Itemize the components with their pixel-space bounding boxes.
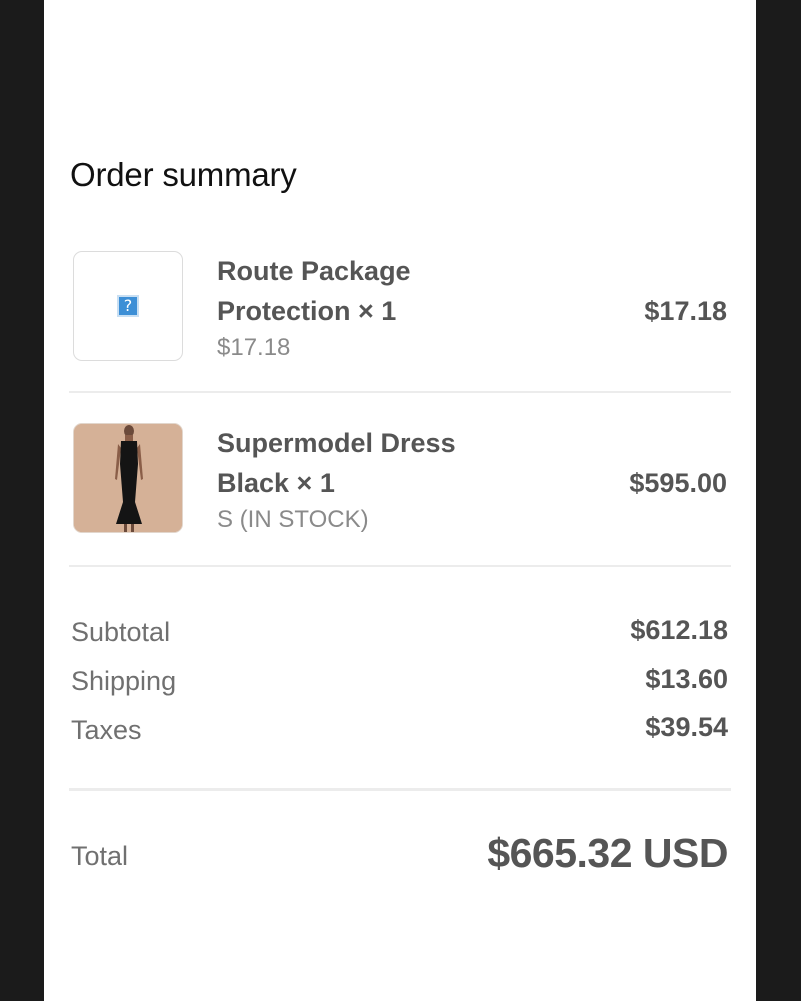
order-summary-title: Order summary [70,156,297,193]
total-value: $665.32 USD [487,830,728,876]
product-name: Route Package Protection × 1 [217,256,411,326]
taxes-value: $39.54 [645,712,728,742]
shipping-label: Shipping [71,666,177,696]
total-label: Total [71,841,129,871]
product-variant: S (IN STOCK) [217,506,369,533]
subtotal-label: Subtotal [71,617,171,647]
product-name: Supermodel Dress Black × 1 [217,428,456,498]
shipping-value: $13.60 [645,664,728,694]
screen: Order summary ? Route Package Protection… [0,0,801,1001]
missing-image-icon: ? [117,295,139,317]
divider [69,391,731,393]
subtotal-value: $612.18 [630,615,728,645]
dress-photo [74,424,182,532]
product-line-price: $595.00 [629,468,727,498]
product-unit-price: $17.18 [217,334,291,361]
divider [69,565,731,567]
divider [69,788,731,791]
product-line-price: $17.18 [644,296,727,326]
product-thumbnail [73,423,183,533]
taxes-label: Taxes [71,715,142,745]
product-thumbnail: ? [73,251,183,361]
order-summary-panel: Order summary ? Route Package Protection… [44,0,756,1001]
